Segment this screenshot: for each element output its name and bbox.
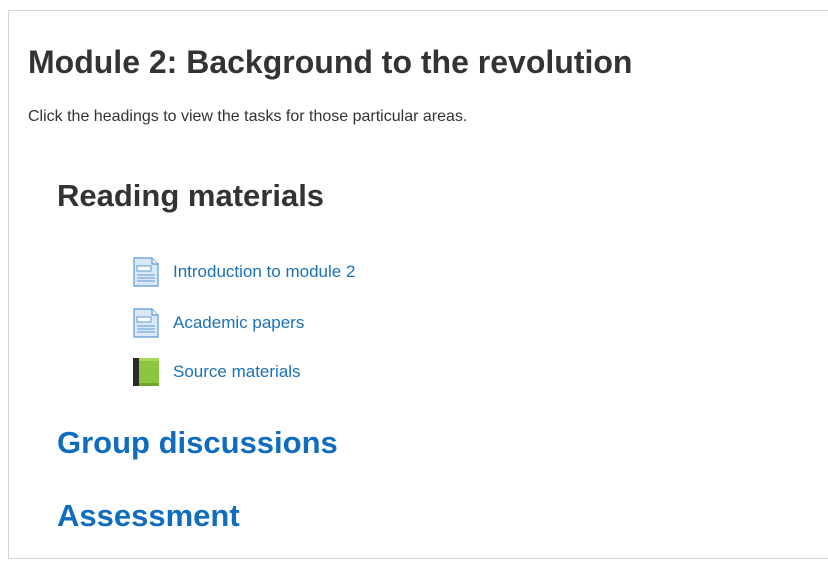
section-heading-reading-materials[interactable]: Reading materials: [57, 177, 324, 215]
section-heading-assessment[interactable]: Assessment: [57, 497, 240, 535]
activity-label[interactable]: Source materials: [173, 362, 301, 382]
activity-source-materials[interactable]: Source materials: [131, 357, 301, 387]
section-heading-group-discussions[interactable]: Group discussions: [57, 424, 338, 462]
page-icon: [131, 308, 161, 338]
book-icon: [131, 357, 161, 387]
activity-academic-papers[interactable]: Academic papers: [131, 308, 304, 338]
activity-label[interactable]: Introduction to module 2: [173, 262, 355, 282]
activity-introduction-to-module-2[interactable]: Introduction to module 2: [131, 257, 355, 287]
activity-label[interactable]: Academic papers: [173, 313, 304, 333]
page-icon: [131, 257, 161, 287]
module-title: Module 2: Background to the revolution: [28, 44, 633, 80]
module-intro-text: Click the headings to view the tasks for…: [28, 108, 468, 125]
